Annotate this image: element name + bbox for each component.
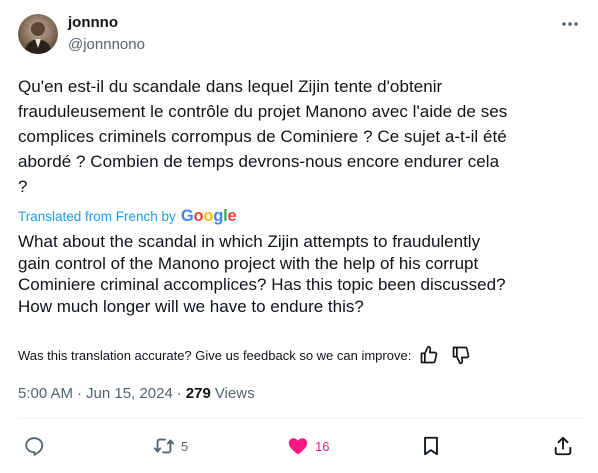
original-line: frauduleusement le contrôle du projet Ma… bbox=[18, 102, 508, 121]
thumbs-up-button[interactable] bbox=[419, 345, 439, 365]
action-bar: 5 16 bbox=[0, 433, 598, 459]
share-icon bbox=[554, 436, 572, 456]
share-button[interactable] bbox=[552, 433, 574, 459]
thumbs-up-icon bbox=[420, 345, 438, 364]
more-options-button[interactable] bbox=[559, 14, 581, 34]
original-line: Qu'en est-il du scandale dans lequel Zij… bbox=[18, 77, 443, 96]
tweet-time[interactable]: 5:00 AM bbox=[18, 385, 73, 402]
author-name[interactable]: jonnno bbox=[68, 13, 118, 33]
reply-icon bbox=[25, 437, 44, 456]
divider bbox=[18, 418, 583, 419]
translation-line: How much longer will we have to endure t… bbox=[18, 296, 364, 316]
views-label: Views bbox=[214, 384, 255, 402]
translation-line: gain control of the Manono project with … bbox=[18, 253, 479, 273]
like-button[interactable]: 16 bbox=[287, 433, 329, 459]
author-handle[interactable]: @jonnnono bbox=[68, 35, 145, 55]
tweet-translation-text: What about the scandal in which Zijin at… bbox=[18, 231, 583, 317]
translated-by-link[interactable]: Translated from French by Google bbox=[18, 206, 237, 226]
views-count: 279 bbox=[185, 384, 211, 402]
translation-line: What about the scandal in which Zijin at… bbox=[18, 232, 481, 251]
meta-separator: · bbox=[77, 384, 83, 402]
original-line: complices criminels corrompus de Cominie… bbox=[18, 127, 507, 146]
translated-from-label: Translated from French by bbox=[18, 208, 176, 224]
more-horizontal-icon bbox=[562, 22, 578, 26]
original-line: abordé ? Combien de temps devrons-nous e… bbox=[18, 152, 500, 171]
retweet-count: 5 bbox=[181, 438, 189, 454]
tweet-meta: 5:00 AM · Jun 15, 2024 · 279 Views bbox=[18, 383, 255, 403]
heart-icon bbox=[288, 438, 308, 455]
feedback-prompt: Was this translation accurate? Give us f… bbox=[18, 347, 412, 363]
tweet-date[interactable]: Jun 15, 2024 bbox=[86, 385, 173, 402]
translation-line: Cominiere criminal accomplices? Has this… bbox=[18, 275, 506, 294]
meta-separator: · bbox=[176, 384, 182, 402]
tweet: jonnno @jonnnono Qu'en est-il du scandal… bbox=[0, 0, 598, 473]
tweet-original-text: Qu'en est-il du scandale dans lequel Zij… bbox=[18, 74, 583, 199]
thumbs-down-icon bbox=[452, 346, 470, 365]
original-line: ? bbox=[18, 177, 28, 196]
avatar[interactable] bbox=[18, 14, 58, 54]
retweet-icon bbox=[153, 438, 175, 454]
retweet-button[interactable]: 5 bbox=[153, 433, 188, 459]
like-count: 16 bbox=[315, 438, 330, 454]
google-logo: Google bbox=[180, 206, 237, 225]
translation-feedback: Was this translation accurate? Give us f… bbox=[18, 345, 471, 365]
thumbs-down-button[interactable] bbox=[451, 345, 471, 365]
bookmark-button[interactable] bbox=[420, 433, 442, 459]
bookmark-icon bbox=[424, 436, 438, 456]
reply-button[interactable] bbox=[23, 433, 51, 459]
